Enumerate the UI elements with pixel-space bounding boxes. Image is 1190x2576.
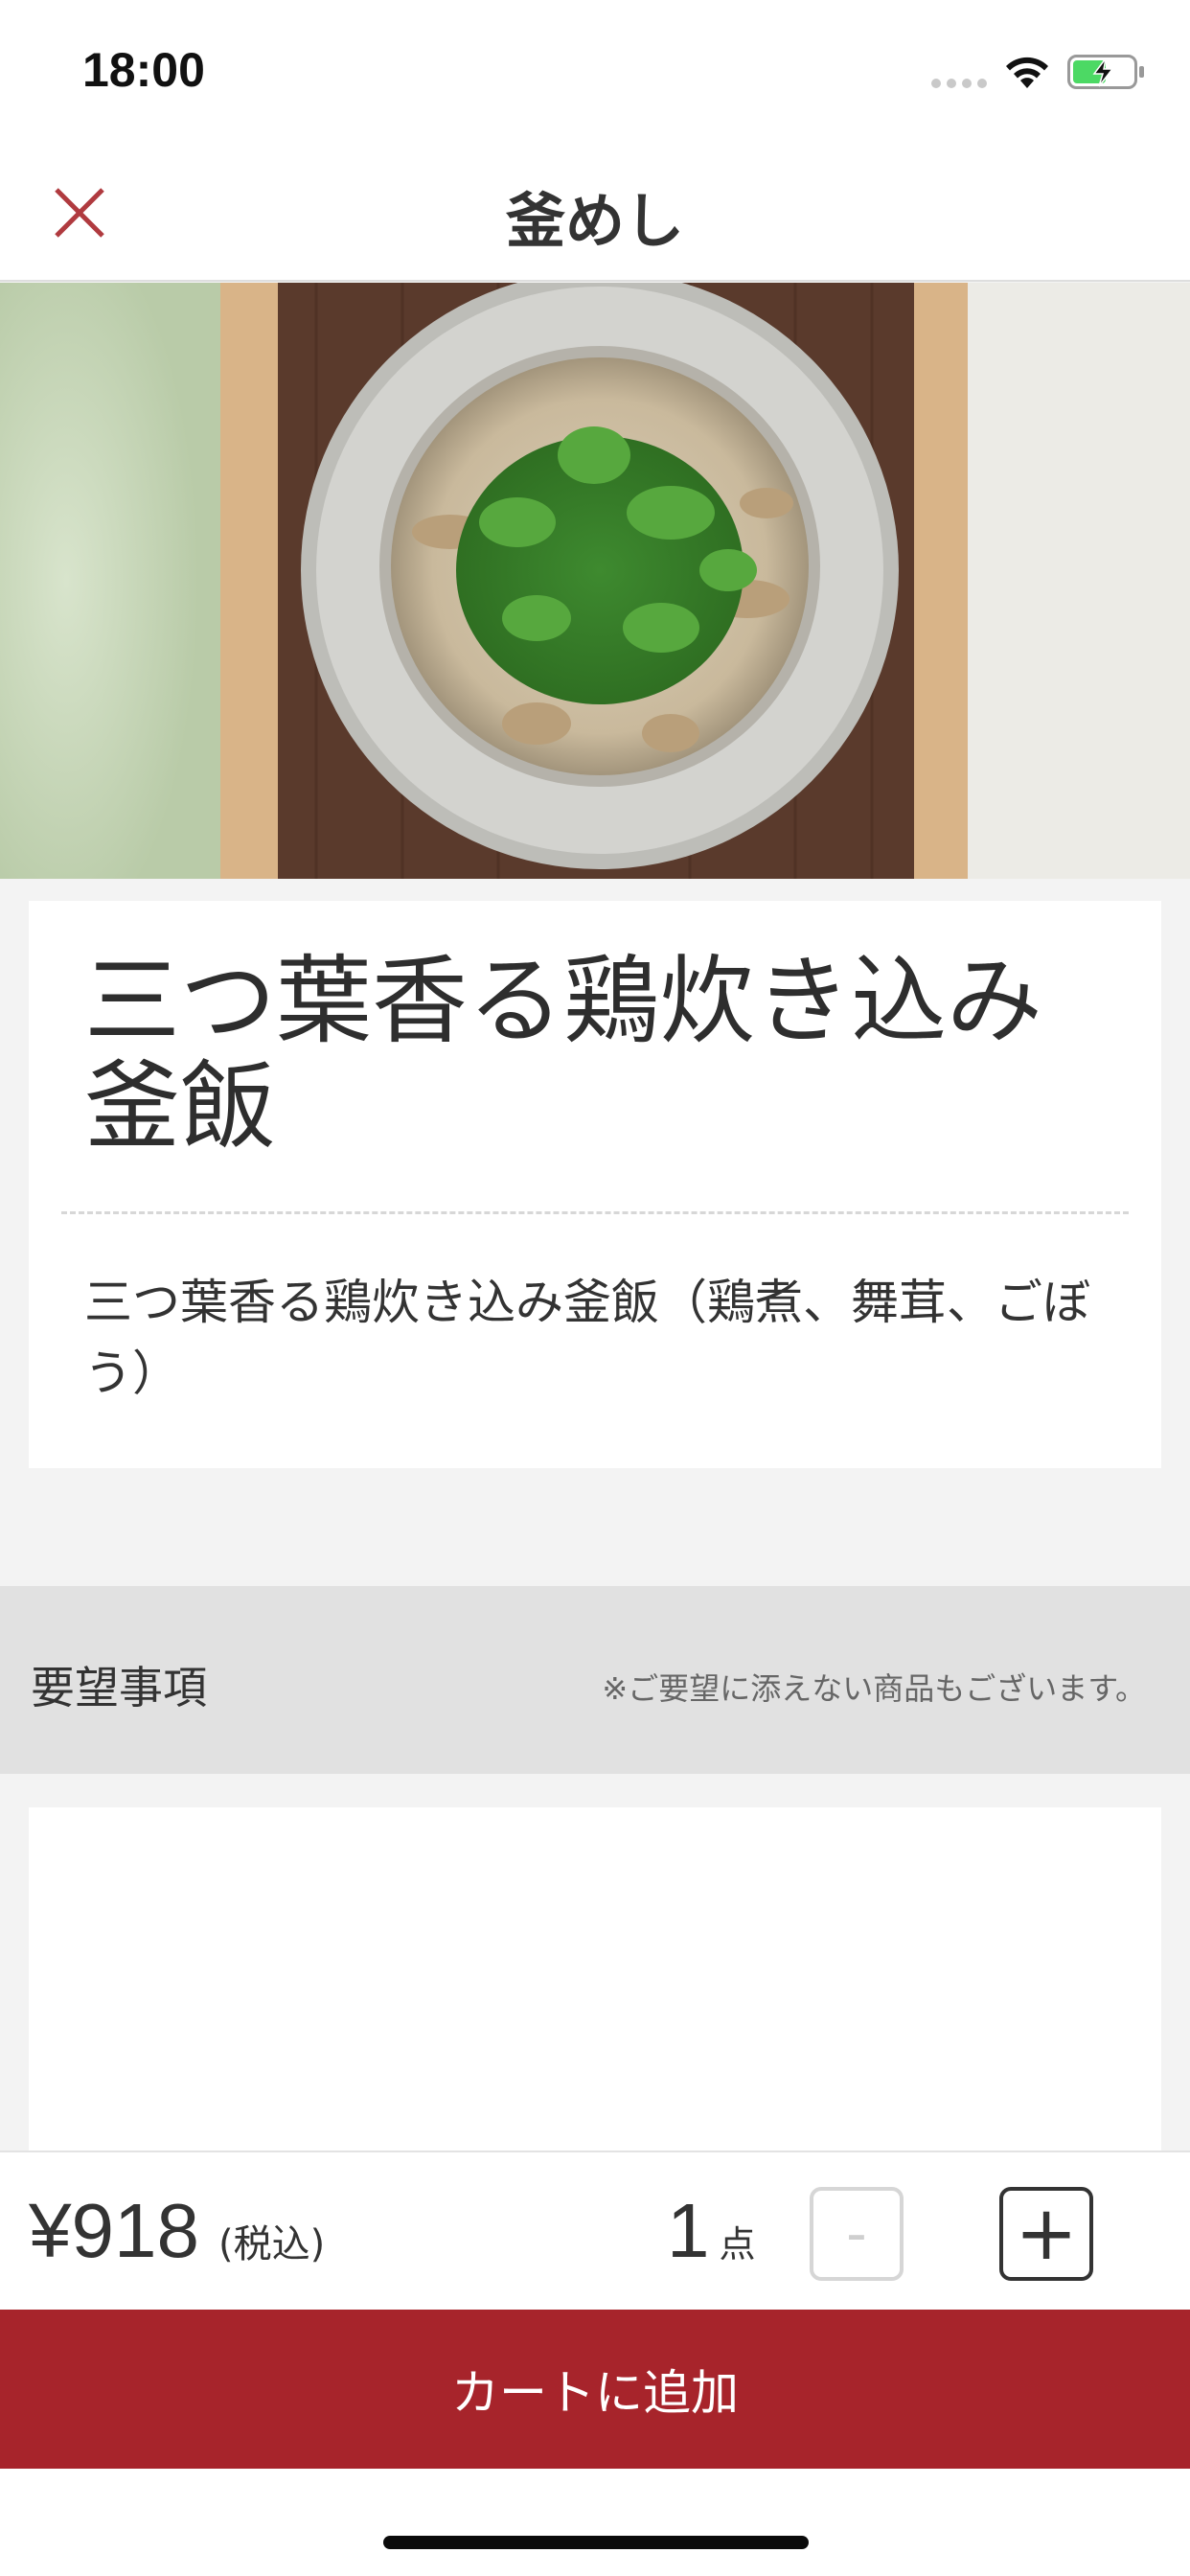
item-name: 三つ葉香る鶏炊き込み釜飯	[84, 945, 1042, 1162]
requests-note: ※ご要望に添えない商品もございます。	[602, 1670, 1146, 1707]
order-bar: ¥918 (税込) 1点 - +	[0, 2150, 1190, 2310]
page-title: 釜めし	[505, 186, 684, 256]
plus-icon: +	[1015, 2191, 1078, 2277]
home-indicator[interactable]	[383, 2536, 809, 2549]
add-to-cart-button[interactable]: カートに追加	[0, 2310, 1190, 2469]
quantity-unit: 点	[719, 2223, 756, 2266]
kamameshi-photo	[0, 283, 1190, 879]
cellular-signal-icon	[931, 79, 987, 88]
decrease-quantity-button[interactable]: -	[810, 2187, 904, 2281]
price-value: ¥918	[29, 2188, 199, 2273]
quantity-value: 1	[667, 2188, 710, 2273]
wifi-icon	[1006, 57, 1048, 88]
status-bar: 18:00	[0, 0, 1190, 144]
minus-icon: -	[846, 2200, 867, 2267]
home-indicator-area	[0, 2469, 1190, 2576]
hero-image	[0, 283, 1190, 879]
quantity-display: 1点	[667, 2187, 756, 2275]
nav-header: 釜めし	[0, 144, 1190, 282]
item-description: 三つ葉香る鶏炊き込み釜飯（鶏煮、舞茸、ごぼう）	[84, 1275, 1090, 1401]
status-time: 18:00	[82, 43, 205, 97]
tax-label: (税込)	[217, 2222, 326, 2266]
increase-quantity-button[interactable]: +	[999, 2187, 1093, 2281]
requests-label: 要望事項	[31, 1662, 207, 1714]
requests-section-header: 要望事項 ※ご要望に添えない商品もございます。	[0, 1586, 1190, 1774]
price-display: ¥918 (税込)	[29, 2187, 325, 2275]
battery-charging-icon	[1067, 55, 1144, 89]
divider	[61, 1211, 1129, 1214]
requests-input[interactable]	[29, 1807, 1161, 2152]
item-card: 三つ葉香る鶏炊き込み釜飯 三つ葉香る鶏炊き込み釜飯（鶏煮、舞茸、ごぼう）	[29, 901, 1161, 1468]
